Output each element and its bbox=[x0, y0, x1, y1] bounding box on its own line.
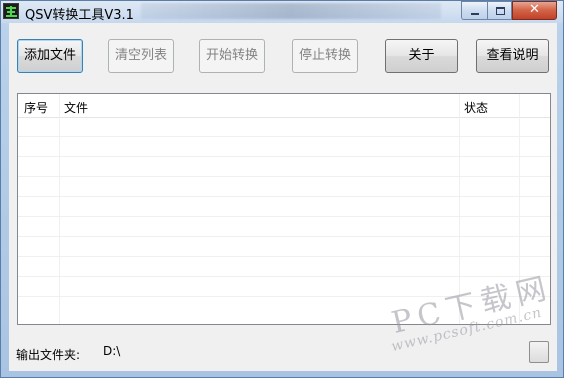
close-icon: ✕ bbox=[529, 2, 540, 17]
app-icon[interactable] bbox=[3, 3, 19, 19]
minimize-button[interactable] bbox=[461, 1, 487, 20]
file-list-header: 序号 文件 状态 bbox=[18, 94, 550, 118]
list-row-divider bbox=[18, 216, 550, 217]
list-row-divider bbox=[18, 196, 550, 197]
about-button[interactable]: 关于 bbox=[385, 39, 458, 73]
column-divider bbox=[59, 94, 60, 324]
column-header-status[interactable]: 状态 bbox=[464, 99, 488, 116]
list-row-divider bbox=[18, 136, 550, 137]
list-row-divider bbox=[18, 236, 550, 237]
title-bar[interactable]: QSV转换工具V3.1 ✕ bbox=[1, 1, 563, 23]
window-title: QSV转换工具V3.1 bbox=[25, 8, 134, 23]
list-row-divider bbox=[18, 156, 550, 157]
column-header-index[interactable]: 序号 bbox=[24, 99, 48, 116]
stop-convert-button[interactable]: 停止转换 bbox=[292, 39, 358, 73]
view-help-button[interactable]: 查看说明 bbox=[476, 39, 549, 73]
column-header-file[interactable]: 文件 bbox=[64, 99, 88, 116]
app-window: QSV转换工具V3.1 ✕ 添加文件 清空列表 开始转换 停止转换 关于 查看说… bbox=[0, 0, 564, 378]
maximize-icon bbox=[496, 7, 505, 15]
output-folder-label: 输出文件夹: bbox=[16, 348, 81, 362]
clear-list-button[interactable]: 清空列表 bbox=[108, 39, 174, 73]
minimize-icon bbox=[471, 13, 479, 15]
close-button[interactable]: ✕ bbox=[512, 1, 557, 20]
title-bar-background bbox=[141, 3, 441, 19]
add-file-button[interactable]: 添加文件 bbox=[17, 39, 83, 73]
output-folder-path: D:\ bbox=[103, 344, 121, 358]
start-convert-button[interactable]: 开始转换 bbox=[199, 39, 265, 73]
list-row-divider bbox=[18, 176, 550, 177]
maximize-button[interactable] bbox=[487, 1, 512, 20]
